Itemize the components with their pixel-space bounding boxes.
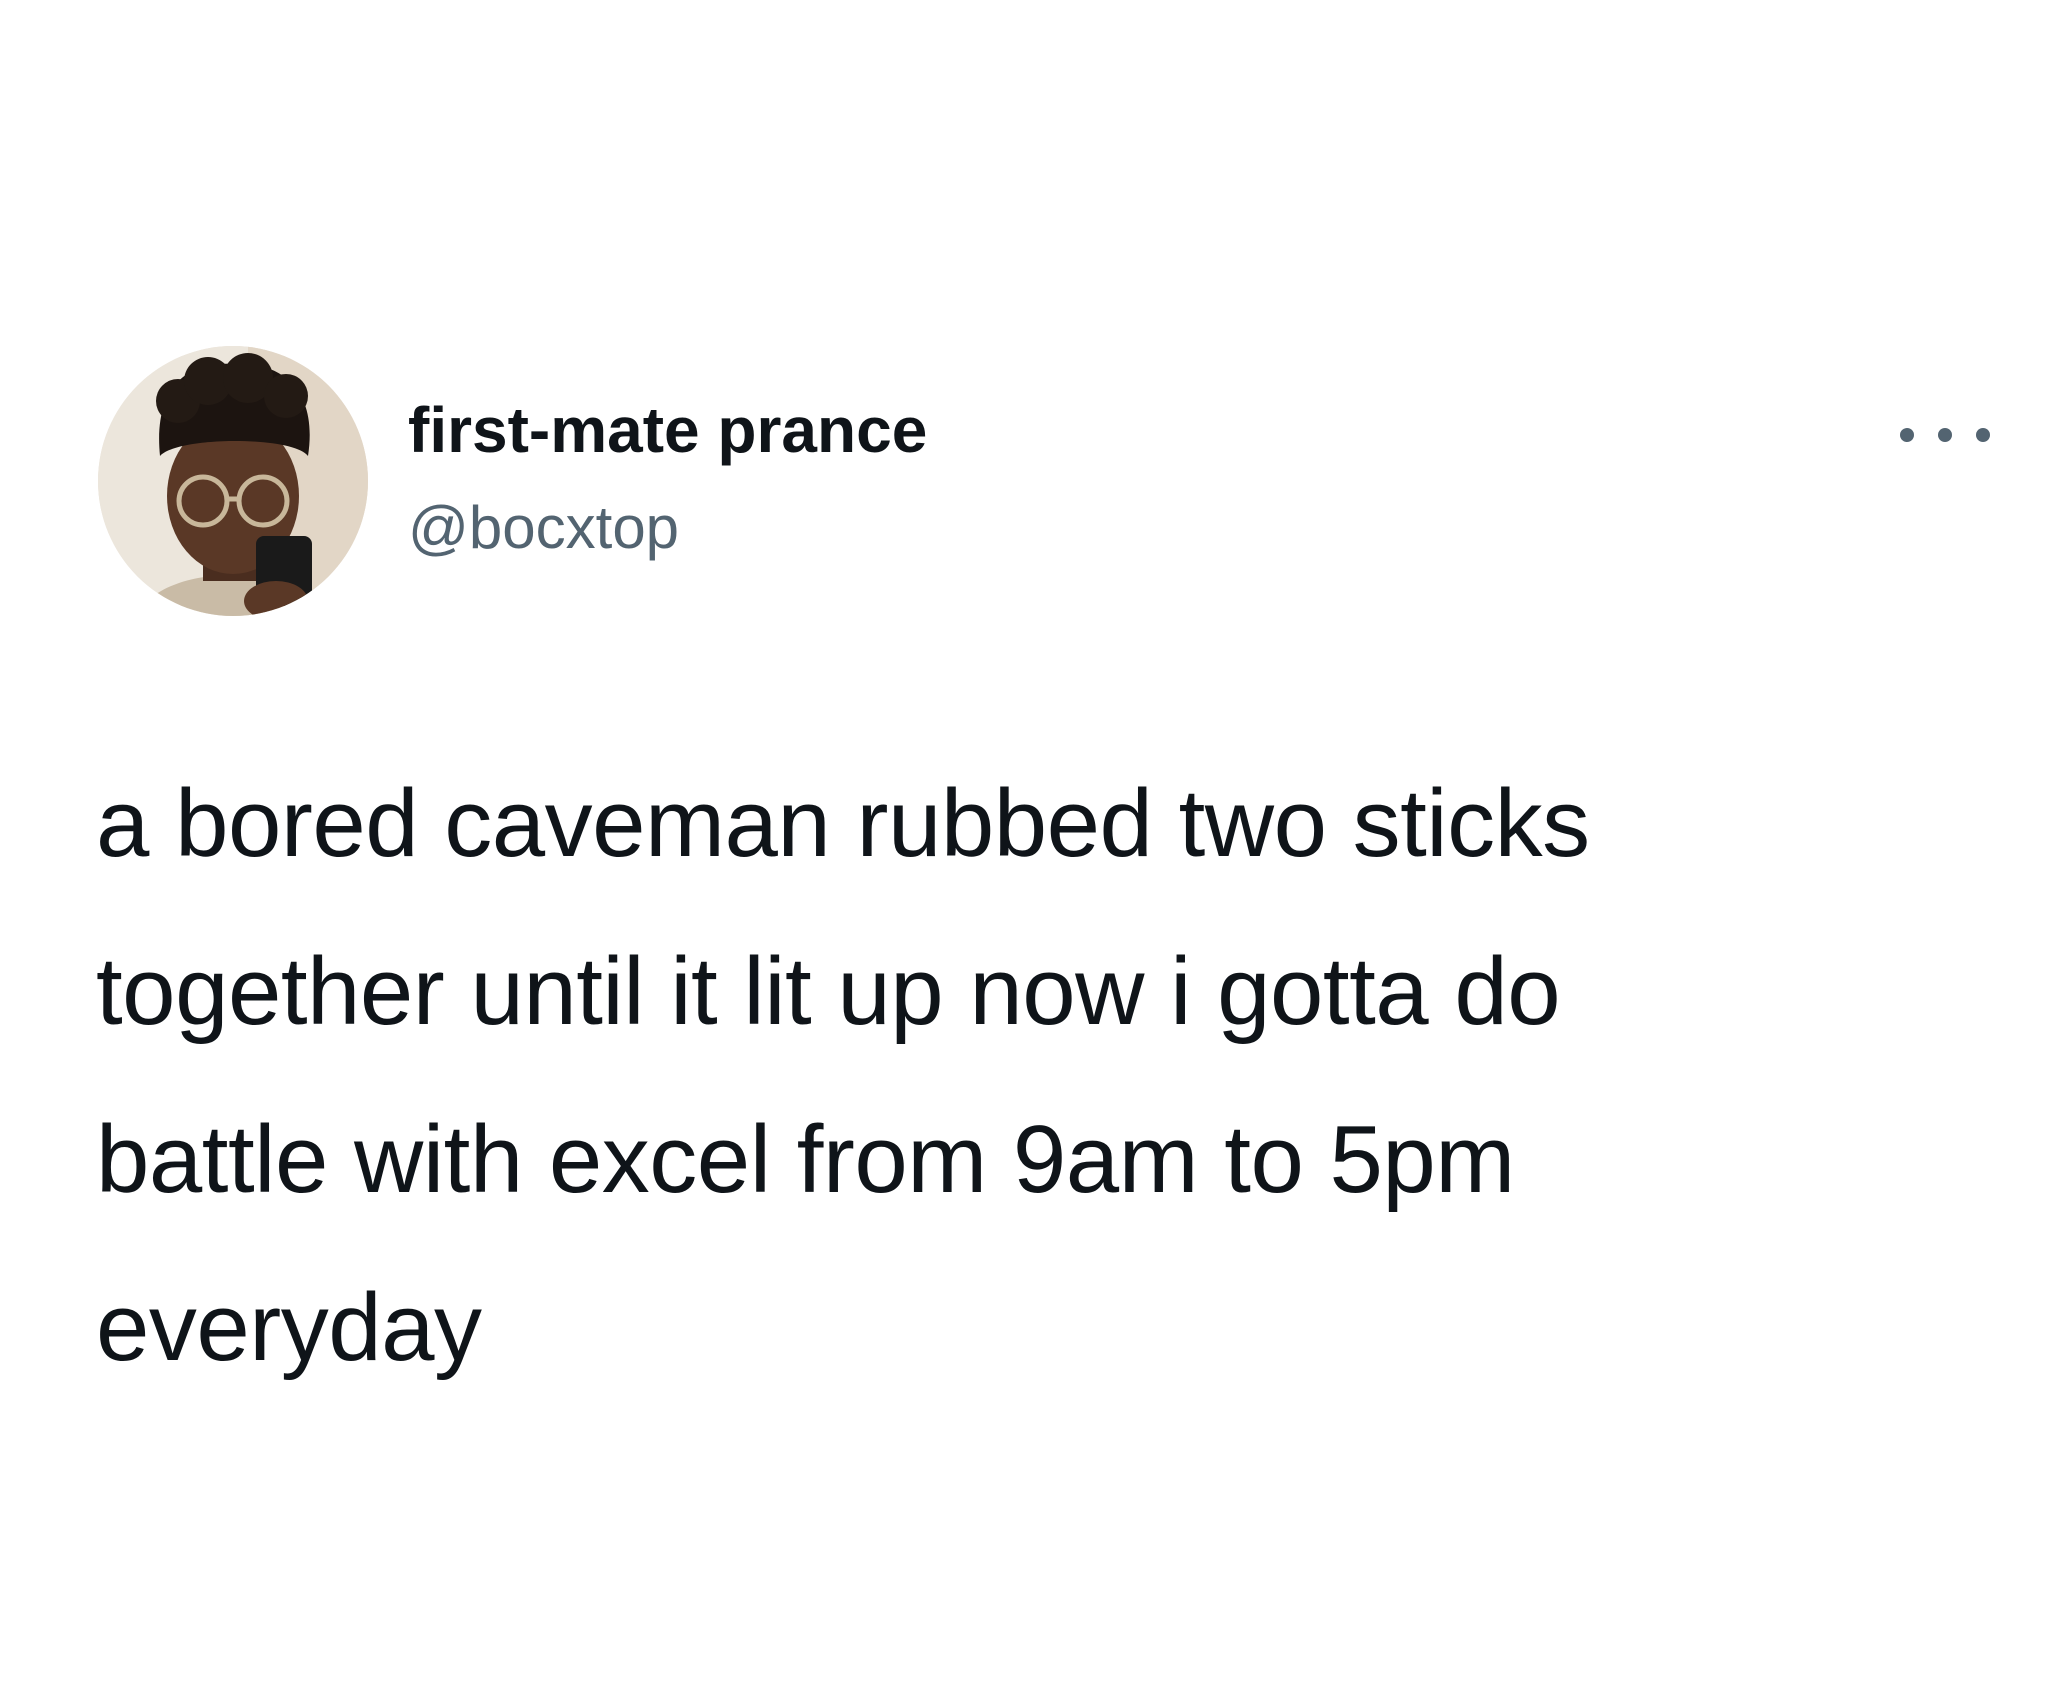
author-display-name[interactable]: first-mate prance bbox=[408, 390, 927, 470]
tweet-text-line: everyday bbox=[96, 1274, 482, 1381]
more-horizontal-icon-dot bbox=[1938, 428, 1952, 442]
avatar[interactable] bbox=[98, 346, 368, 616]
more-options-button[interactable] bbox=[1900, 410, 1990, 460]
tweet-text-line: battle with excel from 9am to 5pm bbox=[96, 1106, 1515, 1213]
author-handle[interactable]: @bocxtop bbox=[408, 490, 679, 566]
tweet-text-line: together until it lit up now i gotta do bbox=[96, 938, 1561, 1045]
tweet-card: first-mate prance @bocxtop a bored cavem… bbox=[0, 0, 2048, 1706]
tweet-text: a bored caveman rubbed two sticks togeth… bbox=[96, 740, 1896, 1412]
more-horizontal-icon-dot bbox=[1976, 428, 1990, 442]
avatar-photo bbox=[98, 346, 368, 616]
more-horizontal-icon bbox=[1900, 428, 1914, 442]
tweet-text-line: a bored caveman rubbed two sticks bbox=[96, 770, 1590, 877]
